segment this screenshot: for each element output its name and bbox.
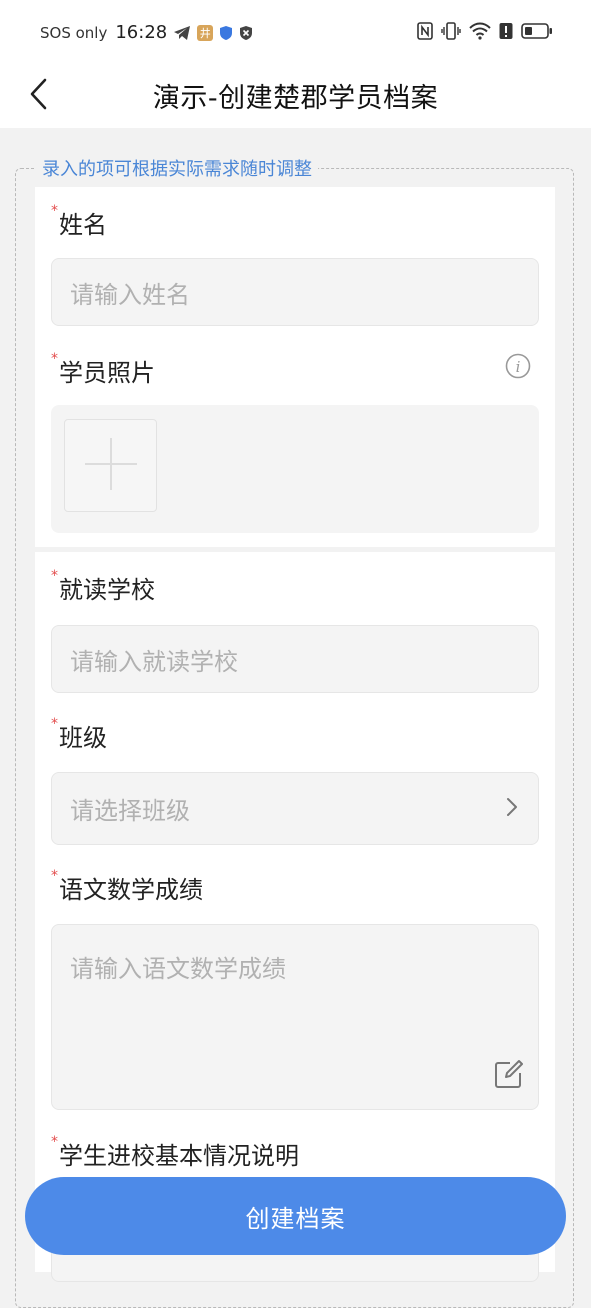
info-icon[interactable]: i (505, 353, 531, 379)
carrier-text: SOS only (40, 23, 108, 42)
alert-icon (499, 22, 513, 40)
required-mark: * (51, 1134, 58, 1150)
app-badge-icon: 井 (197, 24, 214, 41)
required-mark: * (51, 868, 58, 884)
scores-label-text: 语文数学成绩 (59, 876, 203, 904)
required-mark: * (51, 568, 58, 584)
name-label: *姓名 (51, 203, 107, 240)
required-mark: * (51, 716, 58, 732)
school-placeholder: 请输入就读学校 (70, 647, 238, 676)
page-title: 演示-创建楚郡学员档案 (152, 83, 439, 114)
required-mark: * (51, 351, 58, 367)
photo-label: *学员照片 (51, 351, 155, 388)
wifi-icon (469, 22, 491, 40)
add-photo-button[interactable] (64, 419, 157, 512)
create-record-button[interactable]: 创建档案 (25, 1177, 566, 1255)
class-placeholder: 请选择班级 (70, 797, 190, 825)
photo-upload-area (51, 405, 539, 533)
class-select[interactable]: 请选择班级 (51, 772, 539, 845)
blocked-shield-icon (239, 25, 253, 41)
required-mark: * (51, 203, 58, 219)
scores-label: *语文数学成绩 (51, 868, 203, 905)
shield-icon (219, 25, 233, 41)
intro-label-text: 学生进校基本情况说明 (59, 1142, 299, 1170)
nfc-icon (417, 22, 433, 40)
name-label-text: 姓名 (59, 211, 107, 239)
form-legend: 录入的项可根据实际需求随时调整 (36, 155, 318, 181)
class-label: *班级 (51, 716, 107, 753)
vibrate-icon (441, 22, 461, 40)
school-info-card: *就读学校 请输入就读学校 *班级 请选择班级 *语文数学成绩 请输入语文数学成… (35, 552, 555, 1282)
name-placeholder: 请输入姓名 (70, 280, 190, 309)
basic-info-card: *姓名 请输入姓名 *学员照片 i (35, 187, 555, 547)
app-badge-text: 井 (199, 26, 211, 40)
school-input[interactable]: 请输入就读学校 (51, 625, 539, 693)
telegram-icon (173, 25, 191, 41)
scores-placeholder: 请输入语文数学成绩 (70, 955, 286, 983)
plus-icon (83, 436, 139, 496)
battery-icon (521, 22, 553, 40)
intro-label: *学生进校基本情况说明 (51, 1134, 299, 1171)
photo-label-text: 学员照片 (59, 359, 155, 387)
clock: 16:28 (115, 22, 168, 43)
name-input[interactable]: 请输入姓名 (51, 258, 539, 326)
svg-text:i: i (516, 358, 521, 376)
status-bar: SOS only 16:28 井 (0, 0, 591, 64)
app-header: 演示-创建楚郡学员档案 (0, 64, 591, 128)
chevron-right-icon (506, 795, 518, 823)
edit-icon (494, 1059, 524, 1095)
scores-textarea[interactable]: 请输入语文数学成绩 (51, 924, 539, 1110)
school-label: *就读学校 (51, 568, 155, 605)
school-label-text: 就读学校 (59, 576, 155, 604)
class-label-text: 班级 (59, 724, 107, 752)
